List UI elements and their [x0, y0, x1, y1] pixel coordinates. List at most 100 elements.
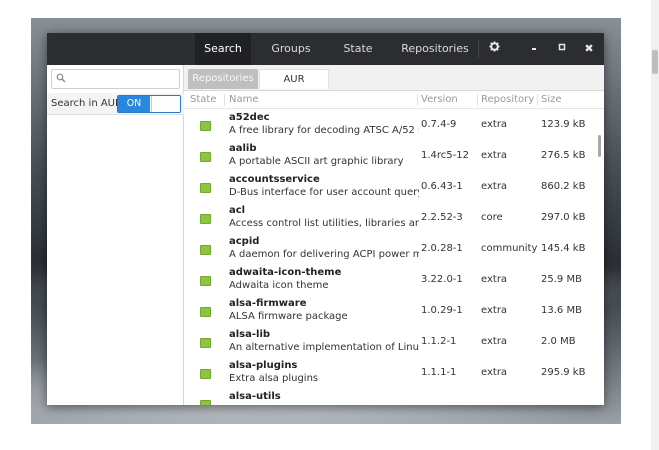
sidebar: Search in AUR ON	[47, 65, 184, 405]
package-description: Access control list utilities, libraries…	[229, 218, 419, 229]
table-row[interactable]: alsa-firmware ALSA firmware package 1.0.…	[184, 296, 596, 327]
gear-icon	[488, 41, 500, 52]
aur-toggle-knob[interactable]	[151, 96, 180, 112]
column-separator	[417, 94, 418, 106]
package-version: 2.0.28-1	[421, 243, 463, 254]
package-description: D-Bus interface for user account query a…	[229, 187, 419, 198]
package-size: 13.6 MB	[541, 305, 582, 316]
package-size: 860.2 kB	[541, 181, 586, 192]
package-size: 145.4 kB	[541, 243, 586, 254]
tab-view-repositories[interactable]: Repositories	[188, 69, 258, 89]
column-separator	[537, 94, 538, 106]
package-list: a52dec A free library for decoding ATSC …	[184, 110, 596, 405]
table-row[interactable]: aalib A portable ASCII art graphic libra…	[184, 141, 596, 172]
package-size: 297.0 kB	[541, 212, 586, 223]
package-list-scrollbar[interactable]	[598, 109, 602, 405]
column-version[interactable]: Version	[421, 94, 458, 105]
page-scrollbar-thumb[interactable]	[652, 50, 658, 74]
installed-status-icon[interactable]	[200, 307, 211, 317]
settings-button[interactable]	[484, 39, 504, 59]
column-name[interactable]: Name	[229, 94, 259, 105]
aur-toggle-switch[interactable]: ON	[117, 95, 181, 113]
package-name: alsa-lib	[229, 329, 271, 340]
installed-status-icon[interactable]	[200, 245, 211, 255]
page-scrollbar[interactable]	[651, 0, 659, 450]
package-description: A free library for decoding ATSC A/52 st…	[229, 125, 419, 136]
aur-search-label: Search in AUR	[51, 98, 122, 109]
maximize-icon	[558, 43, 566, 51]
maximize-button[interactable]	[552, 39, 572, 59]
table-row[interactable]: alsa-plugins Extra alsa plugins 1.1.1-1 …	[184, 358, 596, 389]
tab-search[interactable]: Search	[195, 33, 251, 65]
package-version: 2.2.52-3	[421, 212, 463, 223]
package-repository: core	[481, 212, 503, 223]
installed-status-icon[interactable]	[200, 400, 211, 405]
package-description: An alternative implementation of Linux s…	[229, 342, 419, 353]
tab-view-aur[interactable]: AUR	[259, 69, 329, 89]
package-name: alsa-firmware	[229, 298, 307, 309]
column-separator	[477, 94, 478, 106]
column-size[interactable]: Size	[541, 94, 562, 105]
package-version: 1.0.29-1	[421, 305, 463, 316]
package-repository: extra	[481, 150, 508, 161]
package-size: 123.9 kB	[541, 119, 586, 130]
package-name: alsa-utils	[229, 391, 281, 402]
package-repository: extra	[481, 119, 508, 130]
header-bar: Search Groups State Repositories ✖	[47, 33, 604, 65]
table-row[interactable]: alsa-utils	[184, 389, 596, 405]
package-version: 1.1.2-1	[421, 336, 457, 347]
package-repository: extra	[481, 181, 508, 192]
header-separator	[478, 40, 479, 58]
package-description: ALSA firmware package	[229, 311, 348, 322]
installed-status-icon[interactable]	[200, 121, 211, 131]
tab-repositories[interactable]: Repositories	[393, 33, 477, 65]
aur-search-row: Search in AUR ON	[47, 93, 184, 115]
package-name: a52dec	[229, 112, 270, 123]
package-version: 1.4rc5-12	[421, 150, 469, 161]
search-icon	[56, 73, 66, 83]
package-name: adwaita-icon-theme	[229, 267, 342, 278]
main-panel: Repositories AUR State Name Version Repo…	[184, 65, 604, 405]
column-state[interactable]: State	[190, 94, 216, 105]
installed-status-icon[interactable]	[200, 276, 211, 286]
column-separator	[224, 94, 225, 106]
package-size: 276.5 kB	[541, 150, 586, 161]
package-name: aalib	[229, 143, 257, 154]
close-button[interactable]: ✖	[579, 39, 599, 59]
installed-status-icon[interactable]	[200, 214, 211, 224]
package-name: acpid	[229, 236, 260, 247]
package-version: 0.7.4-9	[421, 119, 457, 130]
table-row[interactable]: accountsservice D-Bus interface for user…	[184, 172, 596, 203]
table-row[interactable]: adwaita-icon-theme Adwaita icon theme 3.…	[184, 265, 596, 296]
table-row[interactable]: acpid A daemon for delivering ACPI power…	[184, 234, 596, 265]
installed-status-icon[interactable]	[200, 152, 211, 162]
search-box[interactable]	[51, 69, 180, 89]
package-description: Extra alsa plugins	[229, 373, 319, 384]
package-name: accountsservice	[229, 174, 320, 185]
table-row[interactable]: acl Access control list utilities, libra…	[184, 203, 596, 234]
view-tabs: Repositories AUR	[184, 65, 604, 91]
package-description: Adwaita icon theme	[229, 280, 329, 291]
installed-status-icon[interactable]	[200, 183, 211, 193]
minimize-button[interactable]	[524, 39, 544, 59]
installed-status-icon[interactable]	[200, 369, 211, 379]
pamac-window: Search Groups State Repositories ✖ Searc…	[47, 33, 604, 405]
package-list-scrollbar-thumb[interactable]	[598, 135, 601, 157]
package-version: 1.1.1-1	[421, 367, 457, 378]
table-row[interactable]: alsa-lib An alternative implementation o…	[184, 327, 596, 358]
table-row[interactable]: a52dec A free library for decoding ATSC …	[184, 110, 596, 141]
aur-toggle-on-label: ON	[118, 96, 150, 112]
column-header: State Name Version Repository Size	[184, 91, 604, 109]
installed-status-icon[interactable]	[200, 338, 211, 348]
package-size: 295.9 kB	[541, 367, 586, 378]
package-repository: extra	[481, 274, 508, 285]
package-size: 25.9 MB	[541, 274, 582, 285]
tab-groups[interactable]: Groups	[261, 33, 321, 65]
search-input[interactable]	[68, 71, 176, 87]
tab-state[interactable]: State	[331, 33, 385, 65]
package-name: alsa-plugins	[229, 360, 298, 371]
package-repository: community	[481, 243, 538, 254]
package-size: 2.0 MB	[541, 336, 576, 347]
package-description: A daemon for delivering ACPI power manag…	[229, 249, 419, 260]
column-repository[interactable]: Repository	[481, 94, 534, 105]
